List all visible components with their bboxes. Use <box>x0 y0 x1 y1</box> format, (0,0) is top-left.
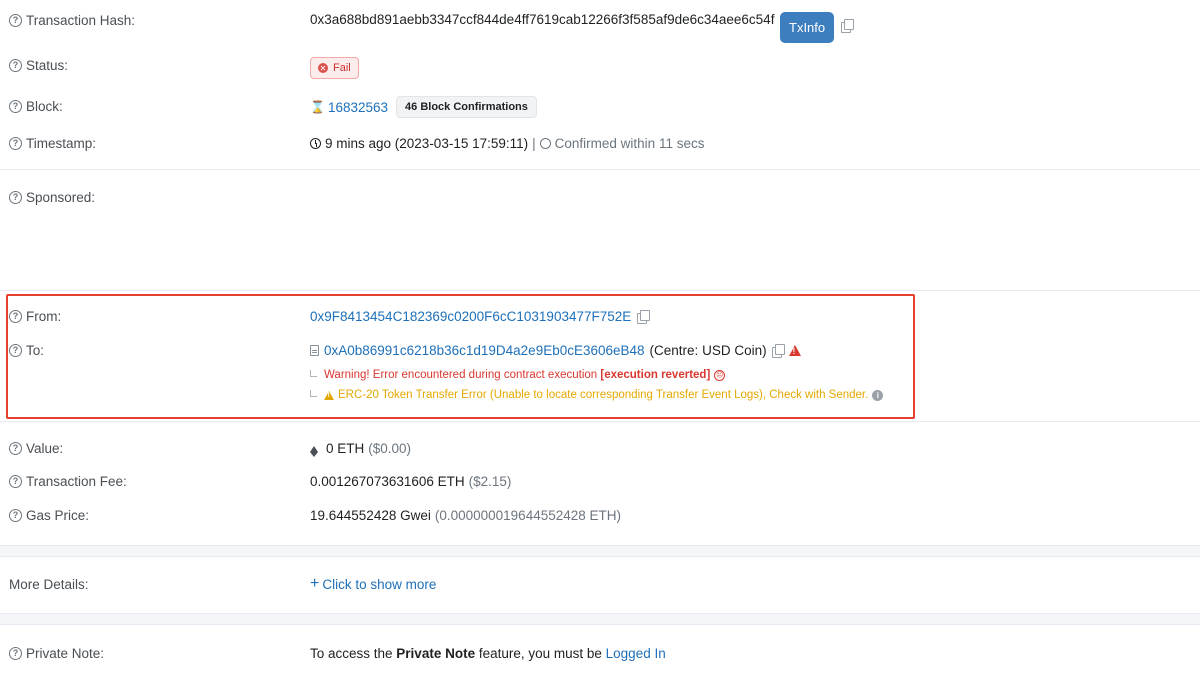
divider <box>0 290 1200 291</box>
timestamp-ago: 9 mins ago (2023-03-15 17:59:11) <box>325 136 529 151</box>
tree-branch-icon <box>310 389 317 397</box>
block-value: ⌛ 16832563 46 Block Confirmations <box>310 96 537 118</box>
status-value: ✕ Fail <box>310 57 359 79</box>
help-icon[interactable]: ? <box>9 191 22 204</box>
value-label: ? Value: <box>9 441 63 456</box>
from-value: 0x9F8413454C182369c0200F6cC1031903477F75… <box>310 309 651 324</box>
divider <box>0 613 1200 614</box>
to-address-link[interactable]: 0xA0b86991c6218b36c1d19D4a2e9Eb0cE3606eB… <box>324 343 645 358</box>
gas-label: ? Gas Price: <box>9 508 89 523</box>
copy-icon[interactable] <box>841 19 854 33</box>
value-usd: ($0.00) <box>368 441 412 456</box>
help-icon[interactable]: ? <box>9 475 22 488</box>
divider <box>0 169 1200 170</box>
sponsored-label: ? Sponsored: <box>9 190 95 205</box>
login-link[interactable]: Logged In <box>606 646 666 661</box>
help-icon[interactable]: ? <box>9 344 22 357</box>
tree-branch-icon <box>310 369 317 377</box>
block-number-link[interactable]: 16832563 <box>328 100 388 115</box>
plus-icon: + <box>310 575 320 592</box>
section-separator <box>0 545 1200 556</box>
status-badge: ✕ Fail <box>310 57 359 79</box>
more-details-label: More Details: <box>9 577 89 592</box>
contract-file-icon <box>310 345 319 356</box>
warning-triangle-icon <box>324 390 334 400</box>
value-amount: 0 ETH <box>326 441 365 456</box>
tx-hash-label: ? Transaction Hash: <box>9 13 135 28</box>
help-icon[interactable]: ? <box>9 647 22 660</box>
gas-eth: (0.000000019644552428 ETH) <box>434 508 622 523</box>
copy-icon[interactable] <box>771 344 785 358</box>
from-label: ? From: <box>9 309 61 324</box>
info-icon[interactable]: i <box>872 389 884 401</box>
from-address-link[interactable]: 0x9F8413454C182369c0200F6cC1031903477F75… <box>310 309 631 324</box>
frown-icon: ☹ <box>714 369 726 381</box>
confirmed-within: Confirmed within 11 secs <box>554 136 705 151</box>
to-value: 0xA0b86991c6218b36c1d19D4a2e9Eb0cE3606eB… <box>310 343 801 358</box>
gas-amount: 19.644552428 Gwei <box>310 508 431 523</box>
private-note-label: ? Private Note: <box>9 646 104 661</box>
to-contract-name: (Centre: USD Coin) <box>649 343 767 358</box>
fee-usd: ($2.15) <box>468 474 512 489</box>
hourglass-icon: ⌛ <box>310 100 325 114</box>
block-label: ? Block: <box>9 99 63 114</box>
to-label: ? To: <box>9 343 44 358</box>
timestamp-label: ? Timestamp: <box>9 136 96 151</box>
help-icon[interactable]: ? <box>9 310 22 323</box>
divider <box>0 421 1200 422</box>
timestamp-value: 9 mins ago (2023-03-15 17:59:11) | Confi… <box>310 136 704 151</box>
timer-icon <box>539 138 551 149</box>
tx-hash-value: 0x3a688bd891aebb3347ccf844de4ff7619cab12… <box>310 12 774 27</box>
divider <box>0 556 1200 557</box>
txinfo-button[interactable]: TxInfo <box>780 12 835 43</box>
help-icon[interactable]: ? <box>9 509 22 522</box>
divider <box>0 545 1200 546</box>
fee-value: 0.001267073631606 ETH ($2.15) <box>310 474 511 489</box>
help-icon[interactable]: ? <box>9 442 22 455</box>
more-details-toggle[interactable]: + Click to show more <box>310 576 436 592</box>
execution-warning: Warning! Error encountered during contra… <box>310 369 726 381</box>
status-label: ? Status: <box>9 58 68 73</box>
help-icon[interactable]: ? <box>9 100 22 113</box>
ethereum-icon <box>310 445 318 457</box>
help-icon[interactable]: ? <box>9 59 22 72</box>
section-separator <box>0 613 1200 624</box>
erc20-transfer-error: ERC-20 Token Transfer Error (Unable to l… <box>310 389 884 401</box>
help-icon[interactable]: ? <box>9 137 22 150</box>
value-value: 0 ETH ($0.00) <box>310 441 412 457</box>
clock-icon <box>310 138 321 149</box>
tx-hash-text: 0x3a688bd891aebb3347ccf844de4ff7619cab12… <box>310 12 775 27</box>
help-icon[interactable]: ? <box>9 14 22 27</box>
gas-value: 19.644552428 Gwei (0.000000019644552428 … <box>310 508 621 523</box>
divider <box>0 624 1200 625</box>
confirmations-badge: 46 Block Confirmations <box>396 96 537 118</box>
separator: | <box>532 136 536 151</box>
x-circle-icon: ✕ <box>318 63 328 73</box>
show-more-link[interactable]: Click to show more <box>322 577 436 592</box>
copy-icon[interactable] <box>637 310 651 324</box>
fee-amount: 0.001267073631606 ETH <box>310 474 465 489</box>
private-note-value: To access the Private Note feature, you … <box>310 646 666 661</box>
warning-triangle-icon <box>788 345 801 356</box>
fee-label: ? Transaction Fee: <box>9 474 127 489</box>
